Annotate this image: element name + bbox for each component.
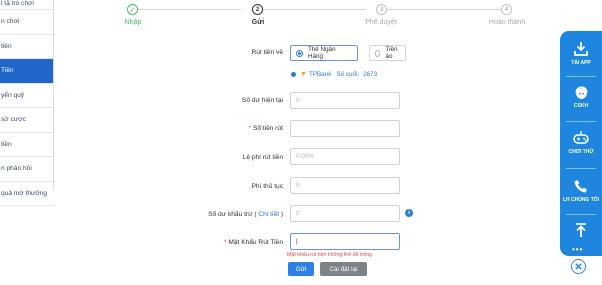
withdraw-to-label: Rút tiền về	[251, 49, 283, 56]
deduction-label: Số dư khấu trừ ( Chi tiết )	[208, 211, 283, 218]
service-fee-label: Phí thủ tục	[251, 183, 283, 190]
sidebar-item-deposit[interactable]: tiền	[0, 35, 53, 59]
sidebar-item-bet-history[interactable]: sử cược	[0, 108, 53, 133]
step-connector	[263, 9, 366, 10]
support-icon	[571, 82, 591, 102]
sidebar-item-withdraw[interactable]: Tiền	[0, 59, 53, 84]
option-virtual-currency[interactable]: Tiền ảo	[369, 45, 406, 61]
download-app-button[interactable]: TẢI APP	[560, 39, 602, 66]
divider	[566, 76, 596, 77]
divider	[566, 214, 596, 215]
info-icon[interactable]: i	[405, 209, 413, 217]
bank-account-option[interactable]: ▼ TPBank Số cuối: 2673	[291, 71, 377, 78]
close-icon[interactable]	[571, 259, 586, 274]
contact-us-button[interactable]: LH CHÚNG TÔI	[560, 176, 602, 203]
step-1-check-icon: ✓	[127, 4, 138, 15]
play-demo-button[interactable]: CHƠI THỬ	[560, 128, 602, 155]
service-fee-field: 0	[290, 177, 400, 194]
gamepad-icon	[571, 128, 591, 148]
step-3-number: 3	[376, 4, 387, 15]
reset-button[interactable]: Cài đặt lại	[320, 262, 367, 276]
more-icon[interactable]: •••	[572, 245, 583, 254]
download-icon	[571, 39, 591, 59]
arrow-up-icon	[571, 220, 591, 240]
divider	[566, 121, 596, 122]
radio-empty-icon	[375, 49, 381, 57]
sidebar-item-money-history[interactable]: tiền	[0, 133, 53, 157]
sidebar-item-feedback[interactable]: n phản hồi	[0, 157, 53, 182]
divider	[566, 168, 596, 169]
balance-field: 0	[290, 92, 400, 109]
withdraw-steps: ✓ Nhập 2 Gửi 3 Phê duyệt 4 Hoàn thành	[115, 4, 535, 34]
step-4-number: 4	[501, 4, 512, 15]
sidebar-item-game-assets[interactable]: i tặ trò chơi	[0, 0, 53, 10]
account-sidebar: i tặ trò chơi n chơi tiền Tiền yển quỹ s…	[0, 0, 54, 206]
amount-input[interactable]	[290, 120, 400, 137]
step-4-label: Hoàn thành	[488, 19, 526, 26]
sidebar-item-games[interactable]: n chơi	[0, 10, 53, 35]
customer-support-button[interactable]: CSKH	[560, 82, 602, 109]
radio-selected-icon	[291, 72, 296, 77]
step-1-label: Nhập	[124, 19, 142, 26]
floating-quick-panel: TẢI APP CSKH CHƠI THỬ LH CHÚNG TÔI •••	[560, 31, 602, 256]
withdraw-page: i tặ trò chơi n chơi tiền Tiền yển quỹ s…	[0, 0, 602, 285]
step-2-label: Gửi	[251, 19, 265, 26]
step-connector	[387, 9, 501, 10]
sidebar-item-lottery-results[interactable]: quả mở thưởng	[0, 182, 53, 206]
scroll-top-button[interactable]	[560, 220, 602, 240]
step-connector	[138, 9, 241, 10]
withdraw-password-input[interactable]: |	[290, 233, 400, 250]
submit-button[interactable]: Gửi	[288, 262, 314, 276]
balance-label: Số dư hiện tại	[241, 97, 283, 104]
fee-label: Lệ phí rút tiền	[242, 154, 283, 161]
password-error-message: Mật khẩu rút tiền không thể để trống	[287, 252, 373, 258]
deduction-detail-link[interactable]: Chi tiết	[258, 211, 279, 218]
phone-icon	[571, 176, 591, 196]
tpbank-logo-icon: ▼	[300, 71, 307, 78]
fee-field: 0.00%	[290, 148, 400, 165]
step-2-number: 2	[252, 4, 263, 15]
password-label: * Mật Khẩu Rút Tiền	[223, 239, 283, 246]
sidebar-item-transfer[interactable]: yển quỹ	[0, 84, 53, 108]
amount-label: * Số tiền rút	[248, 125, 283, 132]
deduction-field: 0	[290, 205, 400, 222]
step-3-label: Phê duyệt	[365, 19, 397, 26]
radio-selected-icon	[296, 49, 303, 57]
option-bank-card[interactable]: Thẻ Ngân Hàng	[290, 45, 358, 61]
